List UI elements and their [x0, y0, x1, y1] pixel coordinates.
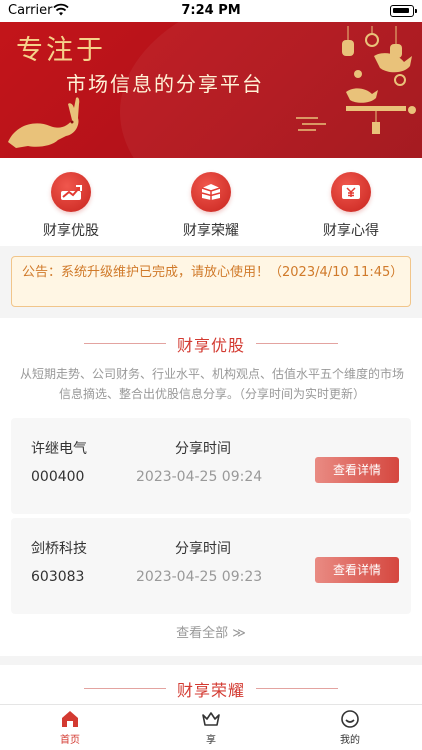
stock-code: 000400 [31, 469, 85, 485]
nav-label: 财享优股 [43, 223, 99, 239]
rabbit-illustration-icon [8, 97, 80, 148]
announcement-banner[interactable]: 公告：系统升级维护已完成，请放心使用！（2023/4/10 11:45） [11, 256, 411, 307]
status-bar: Carrier 7:24 PM [0, 0, 422, 22]
nav-item-rongyao[interactable]: 财享荣耀 [161, 172, 261, 240]
clock-time: 7:24 PM [181, 3, 241, 18]
hero-banner[interactable]: 专注于 市场信息的分享平台 [0, 22, 422, 158]
tab-share[interactable]: 享 [171, 709, 251, 746]
stock-name: 剑桥科技 [31, 541, 87, 557]
share-time-label: 分享时间 [175, 441, 231, 457]
nav-item-youxuan[interactable]: 财享优股 [21, 172, 121, 240]
stock-code: 603083 [31, 569, 85, 585]
battery-icon [390, 5, 417, 17]
yen-card-icon [331, 172, 371, 212]
bottom-tab-bar: 首页 享 我的 [0, 704, 422, 750]
tab-mine[interactable]: 我的 [310, 709, 390, 746]
divider-line [84, 343, 166, 344]
section-title: 财享优股 [176, 336, 245, 355]
tab-label: 我的 [340, 735, 360, 746]
banner-title-line2: 市场信息的分享平台 [66, 72, 264, 96]
section-youxuan: 财享优股 从短期走势、公司财务、行业水平、机构观点、估值水平五个维度的市场信息摘… [0, 318, 422, 656]
section-header: 财享优股 [0, 332, 422, 356]
divider-line [256, 688, 338, 689]
share-time-label: 分享时间 [175, 541, 231, 557]
stock-card[interactable]: 许继电气 000400 分享时间 2023-04-25 09:24 查看详情 [11, 418, 411, 514]
nav-label: 财享心得 [323, 223, 379, 239]
stock-name: 许继电气 [31, 441, 87, 457]
divider-line [256, 343, 338, 344]
view-all-link[interactable]: 查看全部 ≫ [0, 622, 422, 641]
section-rongyao: 财享荣耀 [0, 665, 422, 705]
section-description: 从短期走势、公司财务、行业水平、机构观点、估值水平五个维度的市场信息摘选、整合出… [19, 367, 404, 401]
view-details-button[interactable]: 查看详情 [315, 457, 399, 483]
share-time-value: 2023-04-25 09:24 [136, 469, 263, 485]
tab-label: 享 [206, 735, 216, 746]
box-grid-icon [191, 172, 231, 212]
cloud-decoration-icon [296, 117, 326, 131]
section-header: 财享荣耀 [0, 677, 422, 701]
share-time-value: 2023-04-25 09:23 [136, 569, 263, 585]
section-title: 财享荣耀 [176, 681, 245, 700]
smiley-icon [341, 710, 359, 728]
nav-item-xinde[interactable]: 财享心得 [301, 172, 401, 240]
home-icon [62, 711, 78, 727]
tab-label: 首页 [60, 735, 80, 746]
announcement-text: 公告：系统升级维护已完成，请放心使用！（2023/4/10 11:45） [22, 265, 404, 280]
nav-label: 财享荣耀 [183, 223, 239, 239]
banner-title-line1: 专注于 [16, 35, 106, 66]
app-screen: Carrier 7:24 PM 专注于 市场信息的分享平台 财享优股 财享荣耀 … [0, 0, 422, 750]
trend-up-icon [51, 172, 91, 212]
lantern-decoration-icon [342, 26, 416, 134]
crown-icon [202, 712, 220, 726]
view-details-button[interactable]: 查看详情 [315, 557, 399, 583]
tab-home[interactable]: 首页 [30, 709, 110, 746]
quick-nav: 财享优股 财享荣耀 财享心得 [0, 158, 422, 246]
divider-line [84, 688, 166, 689]
stock-card[interactable]: 剑桥科技 603083 分享时间 2023-04-25 09:23 查看详情 [11, 518, 411, 614]
